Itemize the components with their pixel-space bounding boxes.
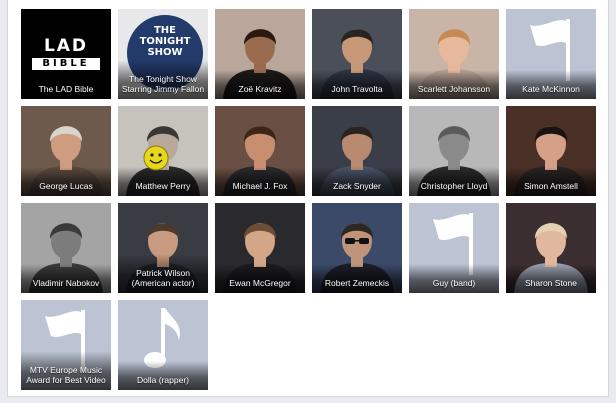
page-tile-the-tonight-show-starring-jimmy-fallon[interactable]: THE TONIGHT SHOW The Tonight Show Starrin… (118, 9, 208, 99)
tile-caption: George Lucas (21, 167, 111, 196)
page-tile-dolla-rapper[interactable]: Dolla (rapper) (118, 300, 208, 390)
liked-pages-panel: LAD BIBLE The LAD Bible THE TONIGHT SHOW The… (7, 0, 609, 397)
page-tile-mtv-europe-music-award-for-best-video[interactable]: MTV Europe Music Award for Best Video (21, 300, 111, 390)
page-tile-george-lucas[interactable]: George Lucas (21, 106, 111, 196)
tile-caption: Sharon Stone (506, 264, 596, 293)
tile-caption: MTV Europe Music Award for Best Video (21, 351, 111, 390)
tile-caption: Dolla (rapper) (118, 361, 208, 390)
page-tile-matthew-perry[interactable]: Matthew Perry (118, 106, 208, 196)
page-tile-zack-snyder[interactable]: Zack Snyder (312, 106, 402, 196)
tile-caption: Matthew Perry (118, 167, 208, 196)
tile-caption: John Travolta (312, 70, 402, 99)
lad-bible-logo: LAD BIBLE (32, 37, 100, 70)
tile-caption: Patrick Wilson (American actor) (118, 254, 208, 293)
page-tile-christopher-lloyd[interactable]: Christopher Lloyd (409, 106, 499, 196)
tile-caption: The Tonight Show Starring Jimmy Fallon (118, 60, 208, 99)
tile-caption: The LAD Bible (21, 70, 111, 99)
page-tile-simon-amstell[interactable]: Simon Amstell (506, 106, 596, 196)
tile-caption: Zack Snyder (312, 167, 402, 196)
tile-caption: Michael J. Fox (215, 167, 305, 196)
page-tile-the-lad-bible[interactable]: LAD BIBLE The LAD Bible (21, 9, 111, 99)
page-tile-guy-band[interactable]: Guy (band) (409, 203, 499, 293)
tile-caption: Scarlett Johansson (409, 70, 499, 99)
page-tile-michael-j-fox[interactable]: Michael J. Fox (215, 106, 305, 196)
page-tile-ewan-mcgregor[interactable]: Ewan McGregor (215, 203, 305, 293)
page-tile-vladimir-nabokov[interactable]: Vladimir Nabokov (21, 203, 111, 293)
tile-caption: Guy (band) (409, 264, 499, 293)
page-tile-patrick-wilson-american-actor[interactable]: Patrick Wilson (American actor) (118, 203, 208, 293)
tile-caption: Zoë Kravitz (215, 70, 305, 99)
tile-caption: Robert Zemeckis (312, 264, 402, 293)
page-tile-zo-kravitz[interactable]: Zoë Kravitz (215, 9, 305, 99)
tile-caption: Simon Amstell (506, 167, 596, 196)
page-tile-john-travolta[interactable]: John Travolta (312, 9, 402, 99)
tile-caption: Kate McKinnon (506, 70, 596, 99)
tile-caption: Vladimir Nabokov (21, 264, 111, 293)
page-tile-scarlett-johansson[interactable]: Scarlett Johansson (409, 9, 499, 99)
page-tile-kate-mckinnon[interactable]: Kate McKinnon (506, 9, 596, 99)
tile-caption: Ewan McGregor (215, 264, 305, 293)
page-tile-robert-zemeckis[interactable]: Robert Zemeckis (312, 203, 402, 293)
tile-caption: Christopher Lloyd (409, 167, 499, 196)
page-tile-sharon-stone[interactable]: Sharon Stone (506, 203, 596, 293)
